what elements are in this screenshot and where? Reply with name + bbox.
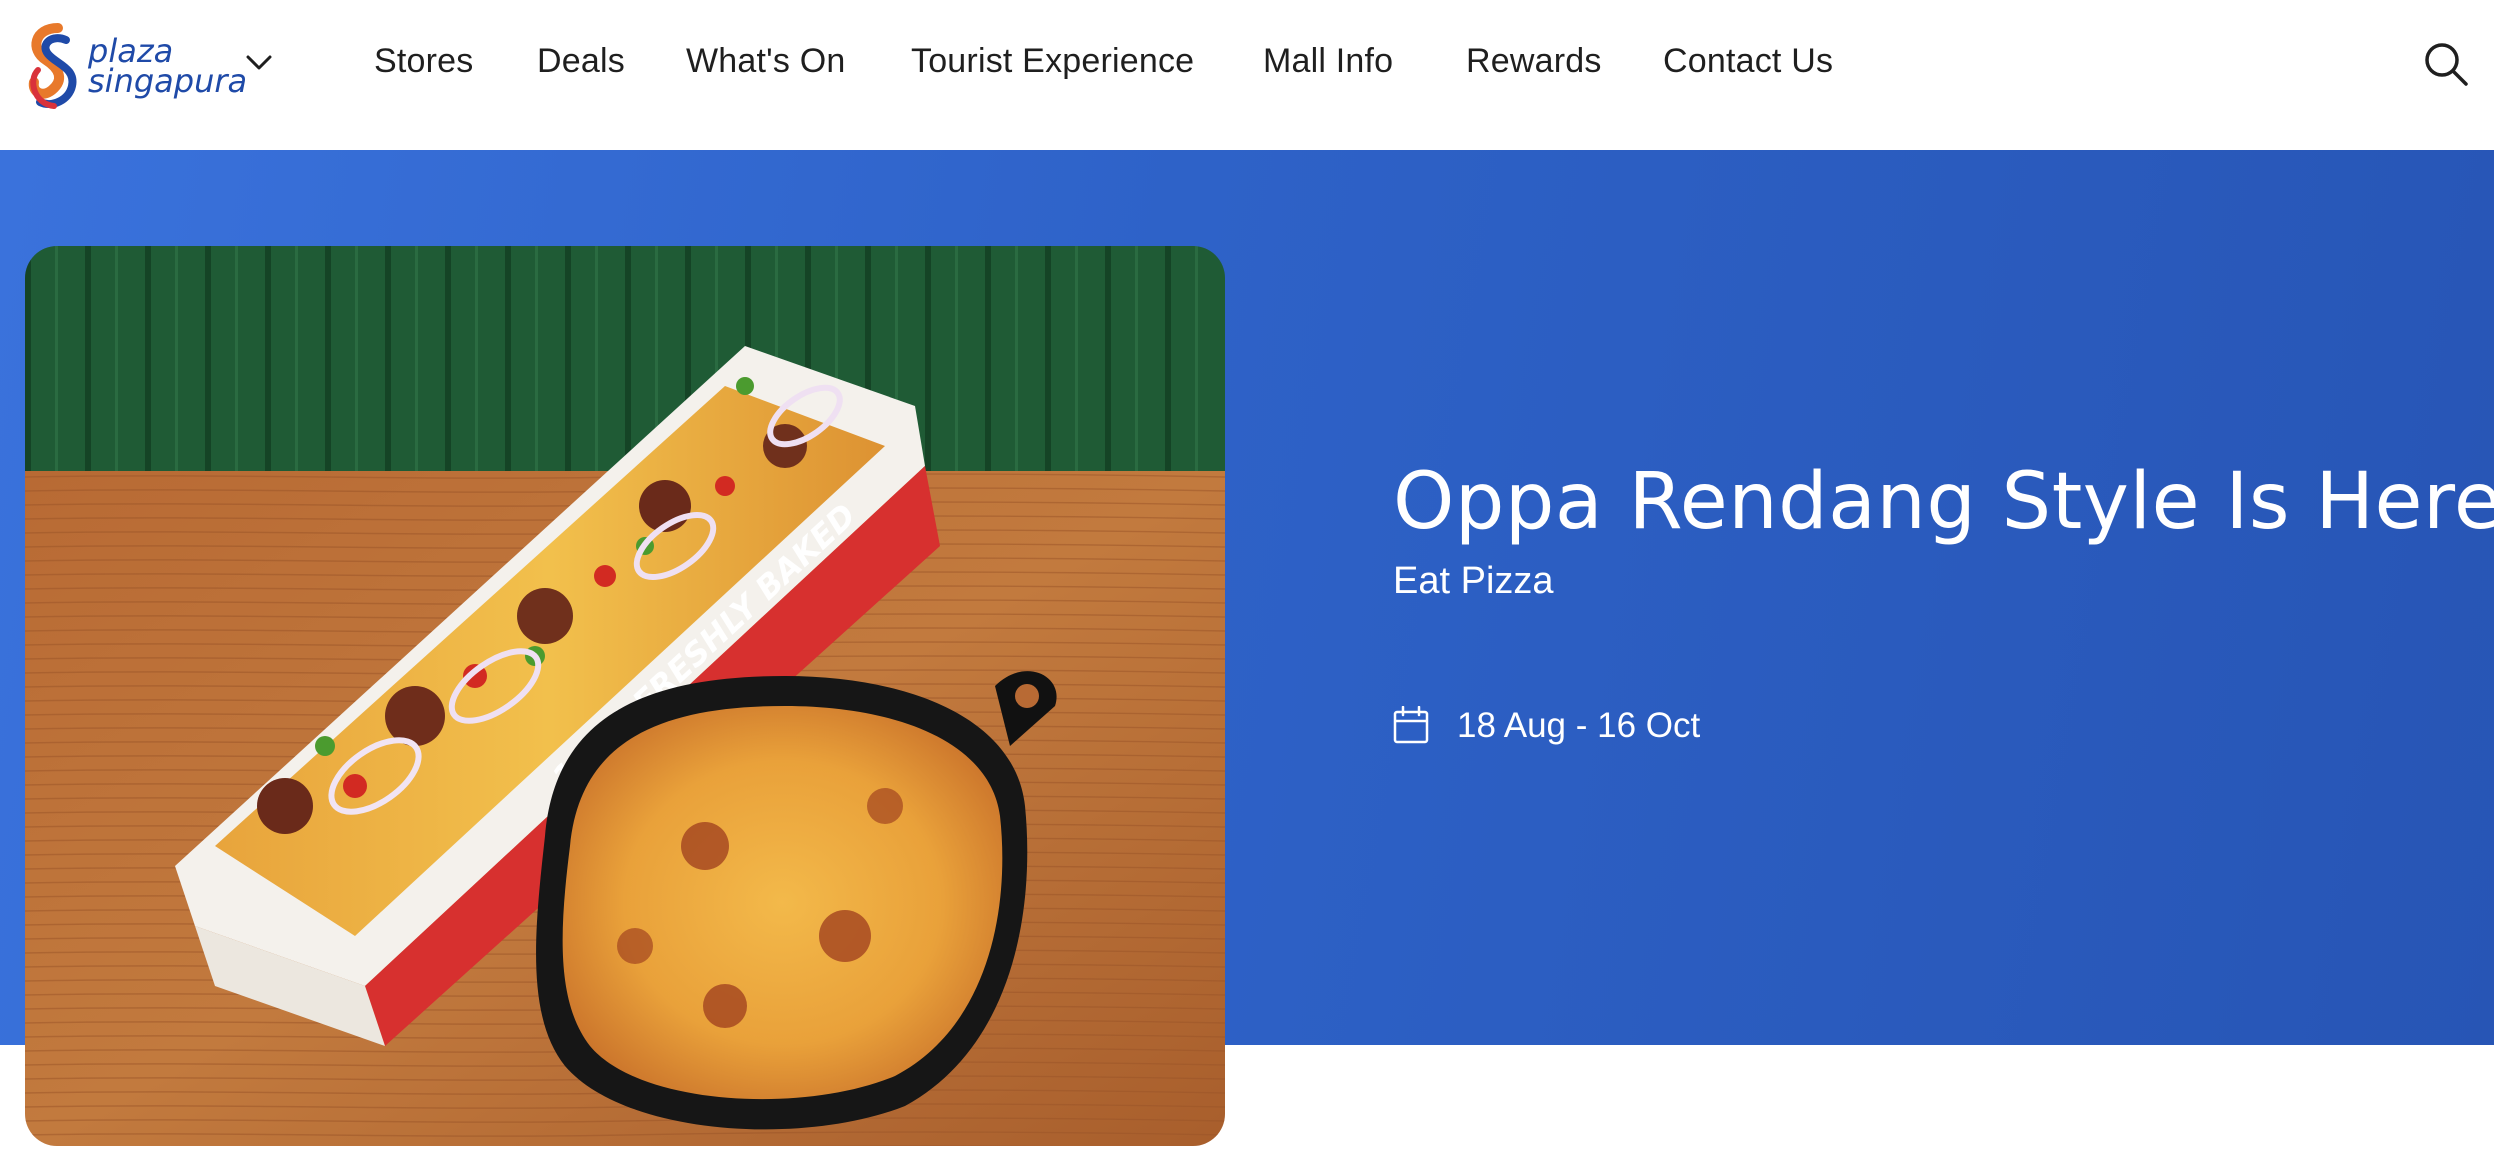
promo-food-image: 100% FRESHLY BAKED: [25, 246, 1225, 1146]
nav-item-contact-us[interactable]: Contact Us: [1663, 42, 1833, 81]
hero-subtitle: Eat Pizza: [1393, 560, 1554, 602]
hero-title: Oppa Rendang Style Is Here: [1393, 457, 2494, 548]
plaza-singapura-logo[interactable]: plaza singapura: [24, 20, 274, 116]
nav-item-whats-on[interactable]: What's On: [686, 42, 845, 81]
nav-item-mall-info[interactable]: Mall Info: [1263, 42, 1393, 81]
logo-text-line2: singapura: [88, 62, 247, 100]
hero-date-range: 18 Aug - 16 Oct: [1457, 706, 1701, 745]
nav-item-deals[interactable]: Deals: [537, 42, 625, 81]
calendar-icon: [1393, 705, 1429, 744]
site-header: plaza singapura Stores Deals What's On T…: [0, 0, 2494, 150]
chevron-down-icon[interactable]: [244, 52, 274, 74]
nav-item-rewards[interactable]: Rewards: [1466, 42, 1602, 81]
nav-item-stores[interactable]: Stores: [374, 42, 473, 81]
search-icon[interactable]: [2422, 40, 2470, 88]
logo-icon: plaza singapura: [28, 23, 247, 109]
nav-item-tourist-experience[interactable]: Tourist Experience: [911, 42, 1194, 81]
